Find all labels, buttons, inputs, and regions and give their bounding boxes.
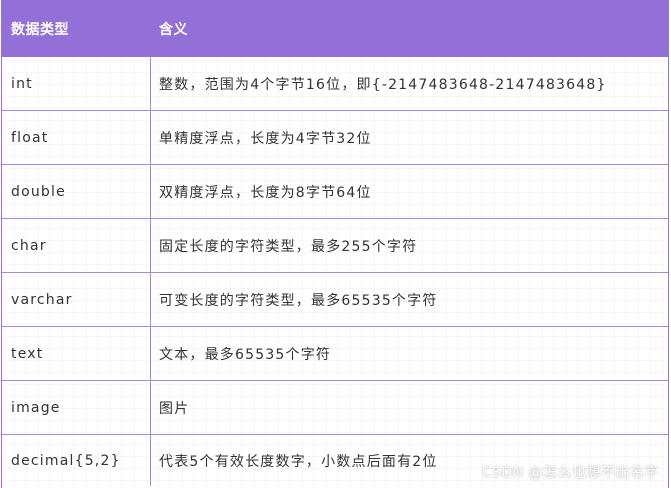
- table-row: double 双精度浮点，长度为8字节64位: [2, 165, 668, 219]
- table-row: text 文本，最多65535个字符: [2, 327, 668, 381]
- cell-type: float: [2, 111, 151, 164]
- table-row: int 整数，范围为4个字节16位，即{-2147483648-21474836…: [2, 57, 668, 111]
- header-meaning: 含义: [159, 21, 188, 38]
- cell-type: char: [2, 219, 151, 272]
- cell-type: text: [2, 327, 151, 380]
- csdn-watermark: CSDN @怎么也想不出名字: [481, 465, 659, 481]
- cell-type: int: [2, 57, 151, 110]
- header-data-type: 数据类型: [11, 21, 69, 38]
- cell-type: double: [2, 165, 151, 218]
- table-header: 数据类型 含义: [2, 0, 668, 57]
- data-types-table: 数据类型 含义 int 整数，范围为4个字节16位，即{-2147483648-…: [1, 0, 669, 488]
- cell-type: decimal{5,2}: [2, 435, 151, 486]
- table-row: varchar 可变长度的字符类型，最多65535个字符: [2, 273, 668, 327]
- cell-meaning: 双精度浮点，长度为8字节64位: [159, 184, 372, 201]
- cell-meaning: 固定长度的字符类型，最多255个字符: [159, 238, 418, 255]
- table-row: float 单精度浮点，长度为4字节32位: [2, 111, 668, 165]
- cell-type: image: [2, 381, 151, 434]
- cell-meaning: 可变长度的字符类型，最多65535个字符: [159, 292, 438, 309]
- cell-meaning: 整数，范围为4个字节16位，即{-2147483648-2147483648}: [159, 76, 607, 93]
- cell-meaning: 文本，最多65535个字符: [159, 346, 332, 363]
- cell-meaning: 图片: [159, 400, 190, 417]
- cell-type: varchar: [2, 273, 151, 326]
- table-row: image 图片: [2, 381, 668, 435]
- table-row: char 固定长度的字符类型，最多255个字符: [2, 219, 668, 273]
- cell-meaning: 单精度浮点，长度为4字节32位: [159, 130, 372, 147]
